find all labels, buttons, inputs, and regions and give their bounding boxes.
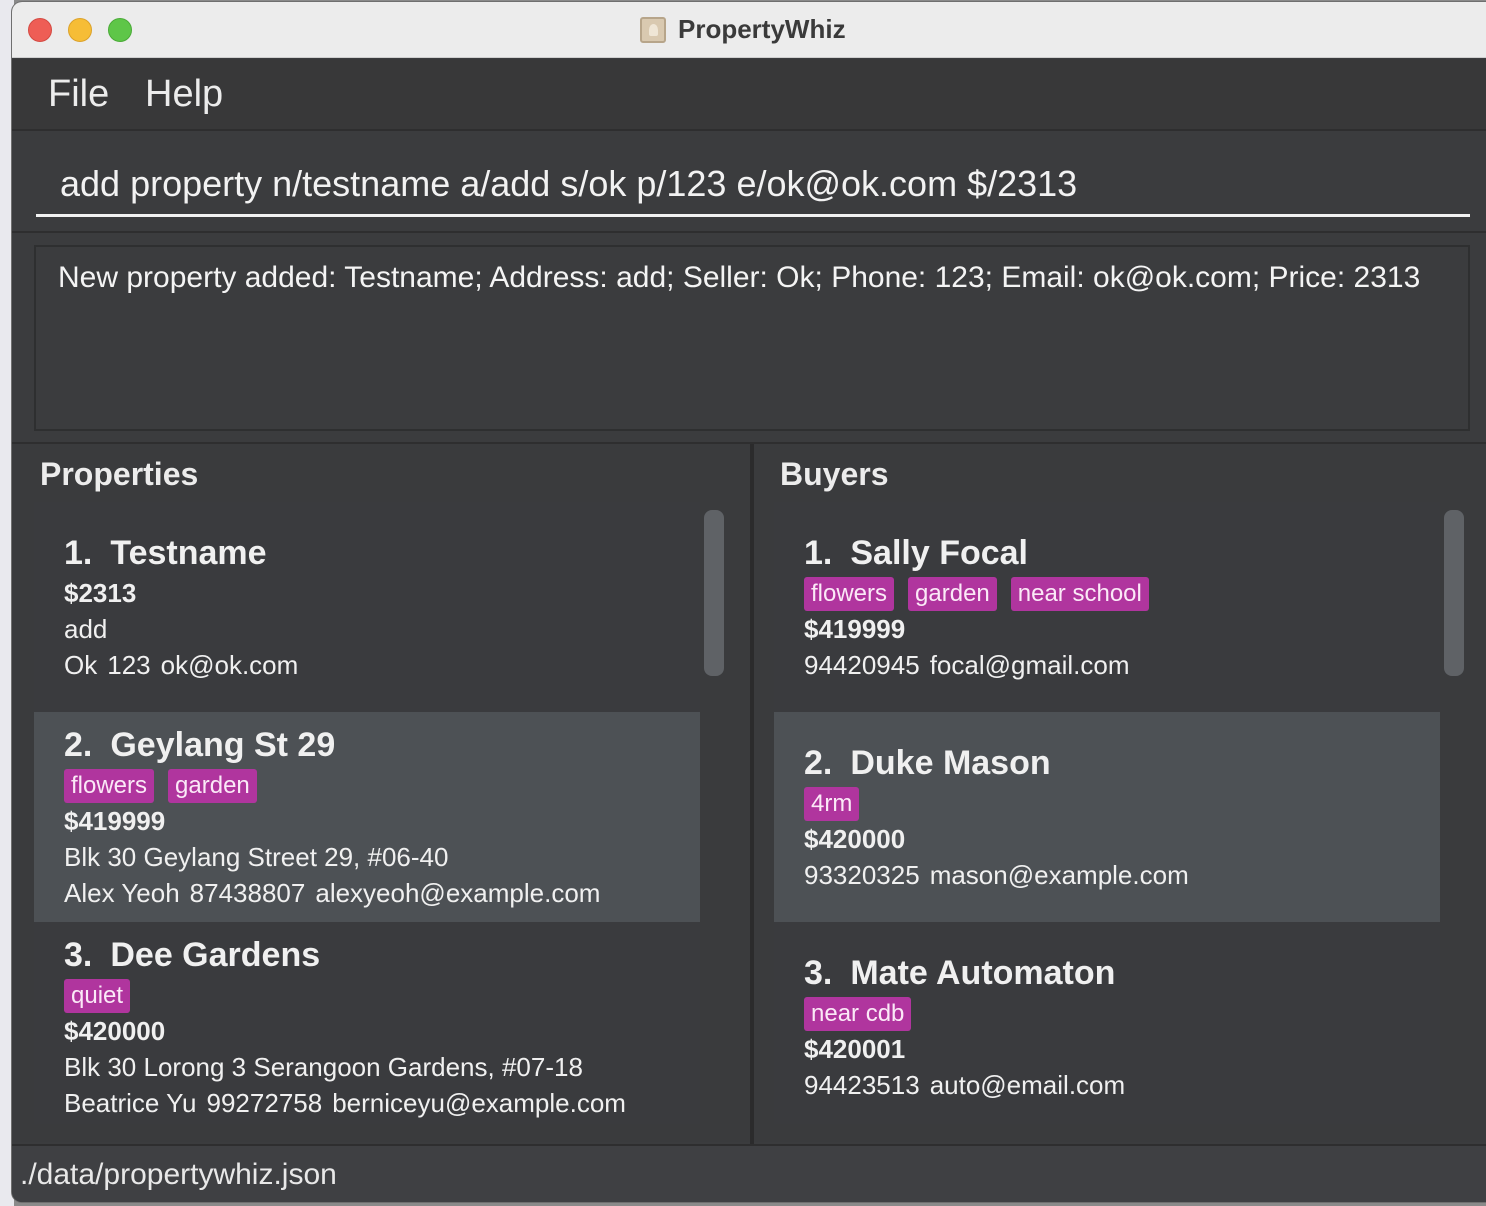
window-title-group: PropertyWhiz bbox=[640, 14, 846, 45]
property-name: 2. Geylang St 29 bbox=[64, 712, 700, 765]
property-tags: quiet bbox=[64, 979, 700, 1013]
tag: garden bbox=[908, 577, 997, 611]
buyer-contact: 94420945 focal@gmail.com bbox=[804, 647, 1440, 683]
tag: 4rm bbox=[804, 787, 860, 821]
minimize-button[interactable] bbox=[68, 18, 92, 42]
buyer-email: focal@gmail.com bbox=[929, 650, 1130, 680]
properties-scrollbar[interactable] bbox=[704, 510, 724, 680]
property-phone: 99272758 bbox=[206, 1088, 323, 1118]
buyer-price: $419999 bbox=[804, 614, 906, 644]
properties-title: Properties bbox=[40, 456, 199, 492]
tag: quiet bbox=[64, 979, 131, 1013]
status-bar: ./data/propertywhiz.json bbox=[12, 1144, 1486, 1202]
property-seller: Ok bbox=[64, 650, 98, 680]
property-seller: Alex Yeoh bbox=[64, 878, 180, 908]
scrollbar-thumb[interactable] bbox=[704, 510, 724, 676]
buyer-tags: 4rm bbox=[804, 787, 1440, 821]
buyer-index: 3. bbox=[804, 954, 833, 992]
property-card[interactable]: 3. Dee Gardens quiet $420000 Blk 30 Loron… bbox=[34, 922, 700, 1124]
property-contact: Ok 123 ok@ok.com bbox=[64, 647, 700, 683]
property-index: 1. bbox=[64, 534, 93, 572]
property-seller: Beatrice Yu bbox=[64, 1088, 197, 1118]
buyer-price: $420001 bbox=[804, 1034, 906, 1064]
buyer-name: 3. Mate Automaton bbox=[804, 922, 1440, 993]
app-icon bbox=[640, 16, 666, 43]
buyer-phone: 93320325 bbox=[804, 860, 920, 890]
buyer-card[interactable]: 3. Mate Automaton near cdb $420001 944235… bbox=[774, 922, 1440, 1124]
property-address: add bbox=[64, 614, 108, 644]
window-title: PropertyWhiz bbox=[678, 14, 846, 44]
buyer-tags: flowers garden near school bbox=[804, 577, 1440, 611]
properties-list[interactable]: 1. Testname $2313 add Ok 123 ok@ok.com 2. Ge… bbox=[34, 502, 700, 1124]
property-phone: 87438807 bbox=[189, 878, 306, 908]
buyer-card[interactable]: 2. Duke Mason 4rm $420000 93320325 mason@e… bbox=[774, 712, 1440, 922]
buyer-tags: near cdb bbox=[804, 997, 1440, 1031]
buyer-phone: 94420945 bbox=[804, 650, 920, 680]
property-index: 2. bbox=[64, 726, 93, 764]
buyer-index: 1. bbox=[804, 534, 833, 572]
tag: garden bbox=[168, 769, 257, 803]
property-email: alexyeoh@example.com bbox=[315, 878, 601, 908]
buyer-name-text: Sally Focal bbox=[850, 534, 1028, 572]
tag: near school bbox=[1010, 577, 1149, 611]
buyer-contact: 94423513 auto@email.com bbox=[804, 1067, 1440, 1103]
property-index: 3. bbox=[64, 936, 93, 974]
title-bar: PropertyWhiz bbox=[12, 2, 1486, 58]
property-name-text: Geylang St 29 bbox=[110, 726, 336, 764]
zoom-button[interactable] bbox=[108, 18, 132, 42]
command-input[interactable] bbox=[36, 153, 1470, 217]
property-card[interactable]: 1. Testname $2313 add Ok 123 ok@ok.com bbox=[34, 502, 700, 712]
property-address: Blk 30 Lorong 3 Serangoon Gardens, #07-1… bbox=[64, 1052, 583, 1082]
menu-file[interactable]: File bbox=[48, 73, 109, 116]
property-email: ok@ok.com bbox=[160, 650, 299, 680]
property-phone: 123 bbox=[107, 650, 151, 680]
property-card[interactable]: 2. Geylang St 29 flowers garden $419999 B… bbox=[34, 712, 700, 922]
property-contact: Beatrice Yu 99272758 berniceyu@example.com bbox=[64, 1085, 700, 1121]
property-name-text: Testname bbox=[110, 534, 267, 572]
buyers-scrollbar[interactable] bbox=[1444, 510, 1464, 680]
buyer-name: 2. Duke Mason bbox=[804, 712, 1440, 783]
property-price: $419999 bbox=[64, 806, 166, 836]
property-price: $2313 bbox=[64, 578, 137, 608]
tag: flowers bbox=[64, 769, 155, 803]
list-panes: Properties Buyers 1. Testname $2313 add O… bbox=[12, 442, 1486, 1144]
buyer-email: auto@email.com bbox=[929, 1070, 1126, 1100]
app-window: PropertyWhiz File Help New property adde… bbox=[12, 2, 1486, 1202]
buyer-card[interactable]: 1. Sally Focal flowers garden near school… bbox=[774, 502, 1440, 712]
buyer-name-text: Mate Automaton bbox=[850, 954, 1116, 992]
buyer-name-text: Duke Mason bbox=[850, 744, 1051, 782]
property-name: 3. Dee Gardens bbox=[64, 922, 700, 975]
property-contact: Alex Yeoh 87438807 alexyeoh@example.com bbox=[64, 875, 700, 911]
buyer-price: $420000 bbox=[804, 824, 906, 854]
buyer-name: 1. Sally Focal bbox=[804, 502, 1440, 573]
menu-help[interactable]: Help bbox=[145, 73, 223, 116]
buyer-contact: 93320325 mason@example.com bbox=[804, 857, 1440, 893]
property-tags: flowers garden bbox=[64, 769, 700, 803]
property-address: Blk 30 Geylang Street 29, #06-40 bbox=[64, 842, 449, 872]
property-email: berniceyu@example.com bbox=[332, 1088, 626, 1118]
buyers-list[interactable]: 1. Sally Focal flowers garden near school… bbox=[774, 502, 1440, 1124]
buyers-title: Buyers bbox=[780, 456, 889, 492]
buyer-email: mason@example.com bbox=[929, 860, 1189, 890]
tag: near cdb bbox=[804, 997, 912, 1031]
save-location: ./data/propertywhiz.json bbox=[20, 1158, 337, 1191]
result-display: New property added: Testname; Address: a… bbox=[34, 245, 1470, 431]
command-box bbox=[12, 133, 1486, 233]
tag: flowers bbox=[804, 577, 895, 611]
close-button[interactable] bbox=[28, 18, 52, 42]
menu-bar: File Help bbox=[12, 59, 1486, 131]
property-name-text: Dee Gardens bbox=[110, 936, 321, 974]
buyer-phone: 94423513 bbox=[804, 1070, 920, 1100]
result-text: New property added: Testname; Address: a… bbox=[58, 261, 1421, 294]
scrollbar-thumb[interactable] bbox=[1444, 510, 1464, 676]
property-name: 1. Testname bbox=[64, 502, 700, 573]
pane-divider[interactable] bbox=[750, 444, 754, 1144]
buyer-index: 2. bbox=[804, 744, 833, 782]
property-price: $420000 bbox=[64, 1016, 166, 1046]
